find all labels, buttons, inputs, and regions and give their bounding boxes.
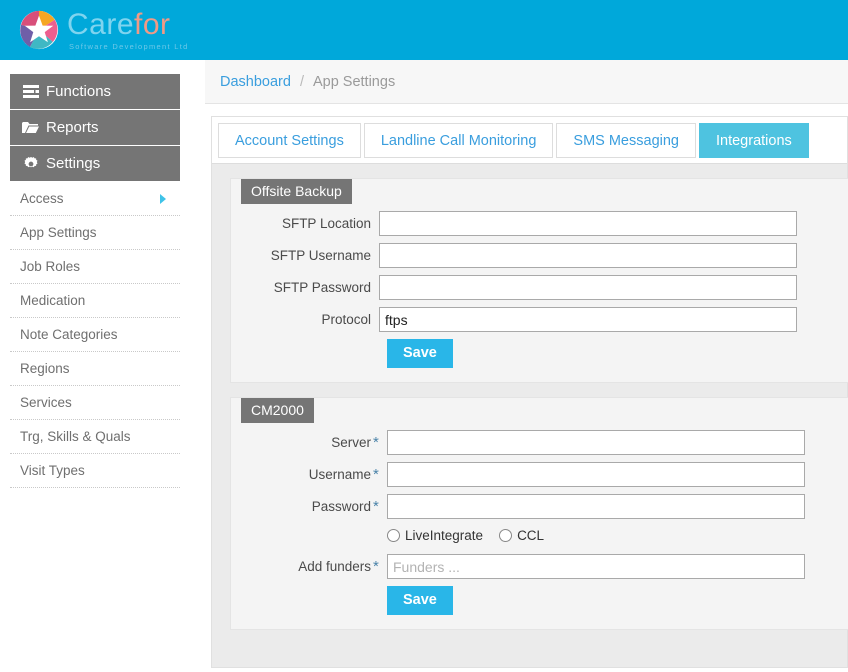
protocol-label: Protocol <box>321 312 371 327</box>
sidebar-item-job-roles[interactable]: Job Roles <box>10 250 180 284</box>
cm2000-title: CM2000 <box>241 398 314 423</box>
radio-liveintegrate-label: LiveIntegrate <box>405 528 484 543</box>
required-marker: * <box>373 558 379 575</box>
sidebar-subitem-label: Medication <box>20 293 86 308</box>
sidebar-item-note-categories[interactable]: Note Categories <box>10 318 180 352</box>
cm2000-password-label: Password <box>311 499 371 514</box>
breadcrumb-current: App Settings <box>312 73 396 90</box>
sidebar-item-medication[interactable]: Medication <box>10 284 180 318</box>
cm2000-username-row: Username * <box>231 462 848 487</box>
cm2000-server-row: Server * <box>231 430 848 455</box>
offsite-backup-title: Offsite Backup <box>241 179 352 204</box>
sftp-password-label: SFTP Password <box>273 280 371 295</box>
sidebar-item-label: Settings <box>46 155 101 172</box>
list-stack-icon <box>22 84 39 99</box>
sidebar-subitem-label: Visit Types <box>20 463 85 478</box>
tab-account-settings[interactable]: Account Settings <box>218 123 361 158</box>
cm2000-add-funders-row: Add funders * <box>231 554 848 579</box>
brand-logo[interactable]: Carefor Software Development Ltd <box>18 9 189 51</box>
protocol-row: Protocol <box>231 307 848 332</box>
sftp-password-row: SFTP Password <box>231 275 848 300</box>
sidebar-item-settings[interactable]: Settings <box>10 146 180 181</box>
cm2000-username-input[interactable] <box>387 462 805 487</box>
chevron-right-icon <box>160 193 166 204</box>
cm2000-password-input[interactable] <box>387 494 805 519</box>
sidebar-item-access[interactable]: Access <box>10 182 180 216</box>
sftp-username-input[interactable] <box>379 243 797 268</box>
sidebar: Functions Reports Settings Access App Se… <box>10 74 180 488</box>
cm2000-save-button[interactable]: Save <box>387 586 453 615</box>
sidebar-subitem-label: Access <box>20 191 64 206</box>
settings-panel: Account Settings Landline Call Monitorin… <box>211 116 848 668</box>
brand-name-part1: Care <box>67 7 135 41</box>
required-marker: * <box>373 434 379 451</box>
breadcrumb-dashboard-link[interactable]: Dashboard <box>220 74 291 90</box>
radio-ccl[interactable]: CCL <box>499 528 544 543</box>
main-content: Dashboard / App Settings Account Setting… <box>205 60 848 672</box>
sidebar-subitem-label: Trg, Skills & Quals <box>20 429 131 444</box>
cm2000-section: CM2000 Server * Username * Password * Li… <box>230 397 848 630</box>
radio-ccl-label: CCL <box>517 528 545 543</box>
radio-circle-icon <box>387 529 400 542</box>
sftp-username-row: SFTP Username <box>231 243 848 268</box>
brand-name-part2: for <box>134 7 171 41</box>
cm2000-password-row: Password * <box>231 494 848 519</box>
cm2000-integration-mode-radios: LiveIntegrate CCL <box>231 528 848 543</box>
required-marker: * <box>373 466 379 483</box>
sidebar-item-services[interactable]: Services <box>10 386 180 420</box>
radio-circle-icon <box>499 529 513 542</box>
cm2000-username-label: Username <box>308 467 371 482</box>
cm2000-add-funders-label: Add funders <box>298 559 371 574</box>
protocol-input[interactable] <box>379 307 797 332</box>
cm2000-add-funders-input[interactable] <box>387 554 805 579</box>
sidebar-subitem-label: Note Categories <box>20 327 118 342</box>
sftp-location-row: SFTP Location <box>231 211 848 236</box>
sidebar-item-visit-types[interactable]: Visit Types <box>10 454 180 488</box>
sftp-password-input[interactable] <box>379 275 797 300</box>
breadcrumb-separator: / <box>299 73 304 90</box>
integrations-panel-body: Offsite Backup SFTP Location SFTP Userna… <box>212 164 848 630</box>
cm2000-server-label: Server <box>331 435 371 450</box>
sidebar-subitem-label: Services <box>20 395 72 410</box>
required-marker: * <box>373 498 379 515</box>
tab-landline-call-monitoring[interactable]: Landline Call Monitoring <box>363 123 554 158</box>
sftp-location-input[interactable] <box>379 211 797 236</box>
sftp-location-label: SFTP Location <box>281 216 371 231</box>
sidebar-subitem-label: App Settings <box>20 225 97 240</box>
tab-sms-messaging[interactable]: SMS Messaging <box>556 123 696 158</box>
sidebar-subitem-label: Job Roles <box>20 259 81 274</box>
sidebar-item-functions[interactable]: Functions <box>10 74 180 109</box>
sidebar-subitem-label: Regions <box>20 361 70 376</box>
sidebar-item-app-settings[interactable]: App Settings <box>10 216 180 250</box>
radio-liveintegrate[interactable]: LiveIntegrate <box>387 528 483 543</box>
breadcrumb: Dashboard / App Settings <box>205 60 848 104</box>
sidebar-sub-nav: Access App Settings Job Roles Medication… <box>10 182 180 488</box>
sidebar-item-regions[interactable]: Regions <box>10 352 180 386</box>
brand-tagline: Software Development Ltd <box>69 41 189 51</box>
sidebar-item-trg-skills-quals[interactable]: Trg, Skills & Quals <box>10 420 180 454</box>
sftp-username-label: SFTP Username <box>270 248 371 263</box>
gear-icon <box>22 156 39 171</box>
brand-wordmark: Carefor Software Development Ltd <box>67 7 189 51</box>
offsite-backup-save-button[interactable]: Save <box>387 339 453 368</box>
sidebar-item-reports[interactable]: Reports <box>10 110 180 145</box>
sidebar-main-nav: Functions Reports Settings <box>10 74 180 181</box>
pinwheel-logo-icon <box>19 10 59 50</box>
open-folder-icon <box>22 120 39 135</box>
tab-integrations[interactable]: Integrations <box>698 123 809 158</box>
top-brand-bar: Carefor Software Development Ltd <box>0 0 848 60</box>
cm2000-server-input[interactable] <box>387 430 805 455</box>
tab-bar: Account Settings Landline Call Monitorin… <box>212 117 847 164</box>
sidebar-item-label: Reports <box>46 119 99 136</box>
offsite-backup-section: Offsite Backup SFTP Location SFTP Userna… <box>230 178 848 383</box>
sidebar-item-label: Functions <box>46 83 112 100</box>
